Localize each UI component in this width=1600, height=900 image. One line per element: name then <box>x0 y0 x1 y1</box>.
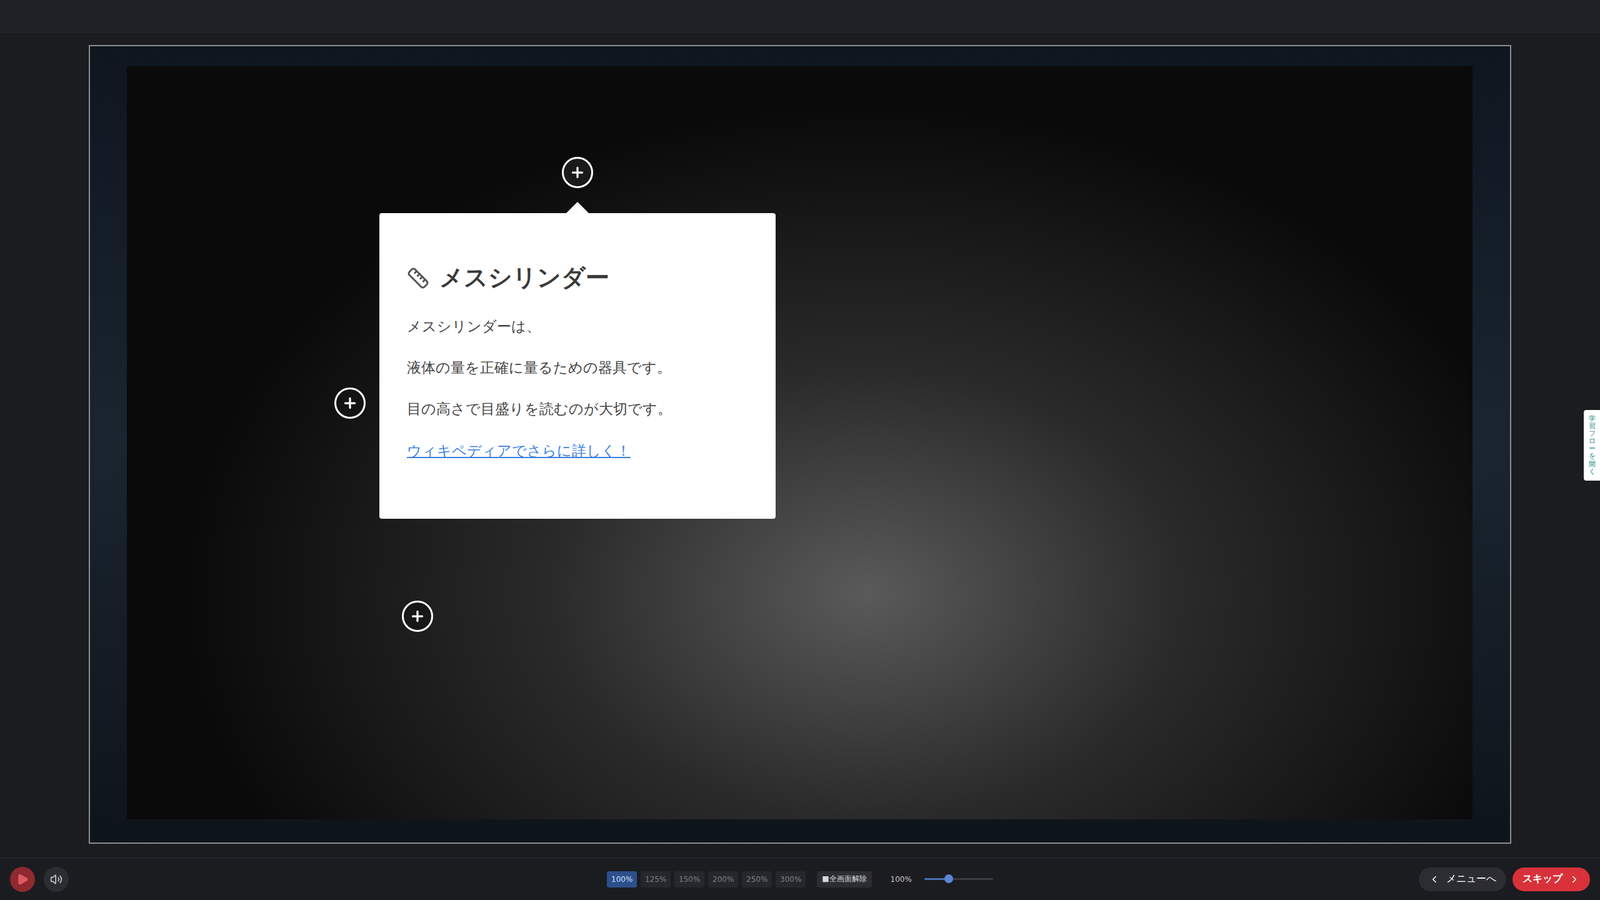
plus-icon <box>569 164 586 181</box>
video: メスシリンダーメスシリンダーは、液体の量を正確に量るための器具です。目の高さで目… <box>126 66 1473 820</box>
control-bar: 100%125%150%200%250%300%■全画面解除100%メニューへス… <box>0 857 1600 900</box>
zoom-button[interactable]: 150% <box>674 871 705 888</box>
stage: メスシリンダーメスシリンダーは、液体の量を正確に量るための器具です。目の高さで目… <box>0 32 1600 858</box>
learning-flow-tab[interactable]: 学習フローを開く <box>1583 410 1600 481</box>
plus-icon <box>409 608 426 625</box>
ruler-icon <box>406 266 430 290</box>
chevron-left-icon <box>1428 873 1440 885</box>
wikipedia-link[interactable]: ウィキペディアでさらに詳しく！ <box>406 440 631 461</box>
popup-line: 目の高さで目盛りを読むのが大切です。 <box>406 398 751 419</box>
player-page: メスシリンダーメスシリンダーは、液体の量を正確に量るための器具です。目の高さで目… <box>0 0 1600 900</box>
slider-thumb[interactable] <box>944 874 954 884</box>
play-icon <box>16 873 29 886</box>
zoom-button[interactable]: 100% <box>606 871 637 888</box>
plus-icon <box>341 395 359 412</box>
chevron-right-icon <box>1568 873 1580 885</box>
video-frame: メスシリンダーメスシリンダーは、液体の量を正確に量るための器具です。目の高さで目… <box>88 45 1512 844</box>
volume-button[interactable] <box>43 866 69 892</box>
zoom-button[interactable]: 125% <box>640 871 671 888</box>
top-bar <box>0 0 1600 33</box>
volume-icon <box>50 873 63 886</box>
zoom-button[interactable]: 200% <box>708 871 739 888</box>
play-button[interactable] <box>10 866 35 892</box>
menu-button[interactable]: メニューへ <box>1418 867 1507 892</box>
zoom-button[interactable]: 300% <box>775 871 806 888</box>
popup-line: メスシリンダーは、 <box>406 316 751 337</box>
zoom-slider[interactable] <box>924 878 994 880</box>
hotspot-button[interactable] <box>401 600 434 632</box>
info-popup: メスシリンダーメスシリンダーは、液体の量を正確に量るための器具です。目の高さで目… <box>379 213 776 519</box>
zoom-reading: 100% <box>890 875 912 884</box>
popup-line: 液体の量を正確に量るための器具です。 <box>406 357 751 378</box>
hotspot-button[interactable] <box>334 387 366 419</box>
popup-title: メスシリンダー <box>406 261 751 294</box>
zoom-button[interactable]: 250% <box>741 871 772 888</box>
fullscreen-button[interactable]: ■全画面解除 <box>816 871 872 888</box>
hotspot-button[interactable] <box>561 156 594 189</box>
skip-button[interactable]: スキップ <box>1512 867 1590 892</box>
